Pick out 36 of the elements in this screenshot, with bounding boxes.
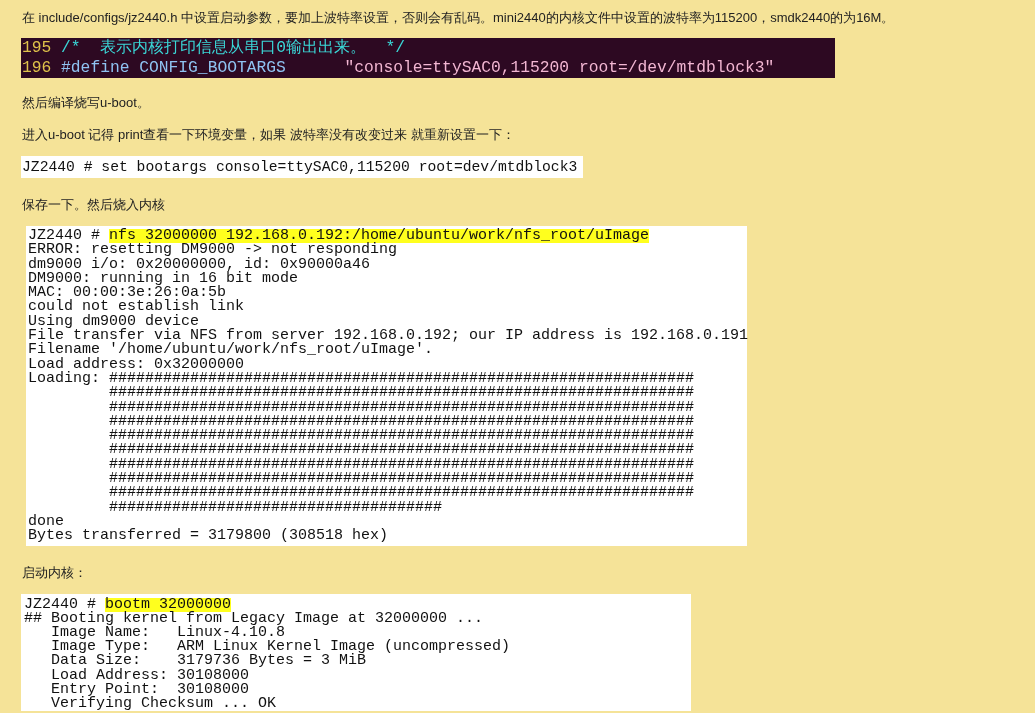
terminal-line: Verifying Checksum ... OK [50,696,277,712]
terminal-line: ################################################################# [108,472,695,487]
code-directive: #define CONFIG_BOOTARGS [61,57,286,77]
paragraph: 保存一下。然后烧入内核 [22,196,165,214]
terminal-line: ################################################################# [108,486,695,501]
command-text: set bootargs console=ttySAC0,115200 root=dev/mtdblock3 [101,158,578,177]
paragraph: 启动内核： [22,563,87,582]
terminal-line: ################################################################# [108,400,695,415]
terminal-line: ################################################################# [108,429,695,444]
terminal-line: Load Address: 30108000 [50,668,250,683]
terminal-line: ################################################################# [108,443,695,458]
paragraph: 然后编译烧写u-boot。 [22,94,150,112]
terminal-line: ################################################################# [108,457,695,473]
code-string: "console=ttySAC0,115200 root=/dev/mtdblock3" [344,57,775,77]
command-text: bootm 32000000 [105,597,232,612]
paragraph: 进入u-boot 记得 print查看一下环境变量，如果 波特率没有改变过来 就重新设置一下： [22,126,515,144]
terminal-line: ################################################################# [108,414,695,430]
terminal-line: ##################################### [108,500,443,515]
terminal-line: done [28,514,64,530]
terminal-line: Load address: 0x32000000 [28,357,245,372]
terminal-line: ERROR: resetting DM9000 -> not responding [28,243,398,258]
line-number: 196 [22,57,52,77]
prompt-text: JZ2440 # [22,158,93,177]
terminal-line: Filename '/home/ubuntu/work/nfs_root/uImage'. [28,343,434,358]
terminal-line: Loading: ################################################################# [28,371,695,387]
terminal-line: ## Booting kernel from Legacy Image at 32000000 ... [24,611,484,626]
code-comment: /* 表示内核打印信息从串口0输出出来。 */ [61,38,405,58]
prompt-text: JZ2440 # [24,597,96,612]
line-number: 195 [22,38,52,58]
terminal-line: Data Size: 3179736 Bytes = 3 MiB [50,654,367,669]
paragraph: 在 include/configs/jz2440.h 中设置启动参数，要加上波特率设置，否则会有乱码。mini2440的内核文件中设置的波特率为115200，smdk2440的为16M。 [22,9,895,27]
terminal-line: Entry Point: 30108000 [50,682,250,697]
terminal-line: could not establish link [28,300,245,315]
terminal-line: Bytes transferred = 3179800 (308518 hex) [28,529,389,544]
prompt-text: JZ2440 # [28,229,100,244]
terminal-line: ################################################################# [108,386,695,401]
